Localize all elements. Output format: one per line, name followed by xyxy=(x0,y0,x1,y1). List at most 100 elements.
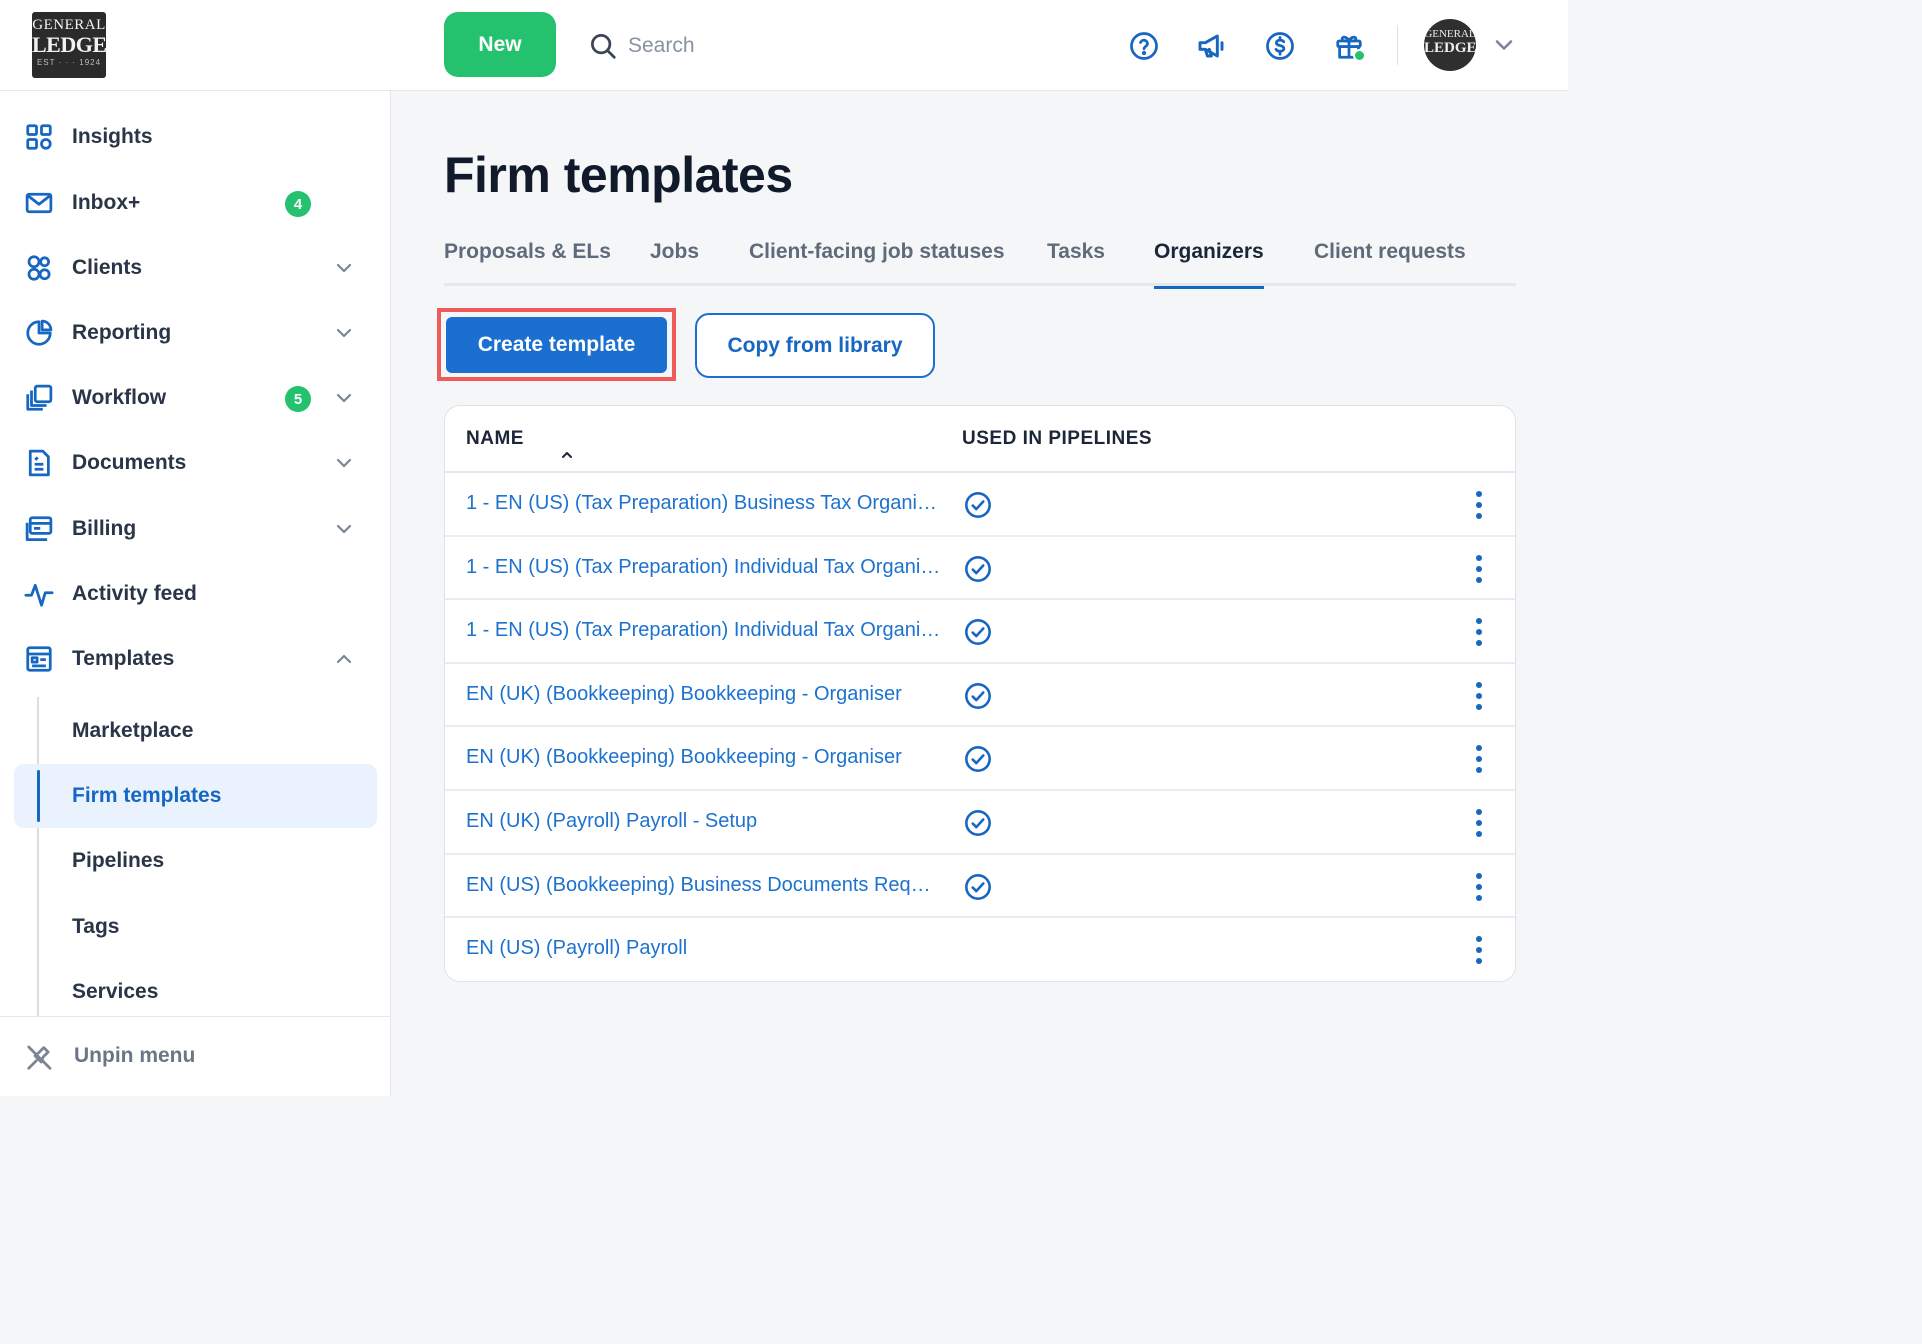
sidebar-item-templates[interactable]: Templates xyxy=(0,629,391,689)
more-vertical-icon xyxy=(1476,745,1482,774)
sidebar: Insights Inbox+ 4 Clients Reporting Work… xyxy=(0,91,391,1096)
chevron-down-icon[interactable] xyxy=(332,321,356,345)
sidebar-item-label: Inbox+ xyxy=(72,191,141,214)
sort-ascending-icon[interactable] xyxy=(560,448,574,462)
sidebar-subitem-firm-templates[interactable]: Firm templates xyxy=(14,764,377,828)
sidebar-subitem-tags[interactable]: Tags xyxy=(14,895,377,959)
general-ledger-logo[interactable]: GENERAL LEDGER EST · · · 1924 xyxy=(32,12,106,78)
avatar-line-2: LEDGER xyxy=(1424,40,1476,56)
sidebar-footer: Unpin menu xyxy=(0,1016,391,1096)
row-actions-menu[interactable] xyxy=(1465,551,1493,587)
template-tabs: Proposals & ELs Jobs Client-facing job s… xyxy=(444,230,1516,289)
check-circle-icon xyxy=(965,682,991,709)
sidebar-item-workflow[interactable]: Workflow 5 xyxy=(0,368,391,428)
template-name-link[interactable]: 1 - EN (US) (Tax Preparation) Business T… xyxy=(466,492,944,515)
table-row[interactable]: 1 - EN (US) (Tax Preparation) Business T… xyxy=(445,473,1515,537)
sidebar-item-billing[interactable]: Billing xyxy=(0,499,391,559)
sidebar-item-clients[interactable]: Clients xyxy=(0,238,391,298)
table-row[interactable]: 1 - EN (US) (Tax Preparation) Individual… xyxy=(445,537,1515,601)
tab-client-facing-job-statuses[interactable]: Client-facing job statuses xyxy=(749,240,1005,286)
unpin-menu-label: Unpin menu xyxy=(74,1044,196,1067)
row-actions-menu[interactable] xyxy=(1465,487,1493,523)
template-name-link[interactable]: EN (US) (Payroll) Payroll xyxy=(466,937,944,960)
copy-from-library-button[interactable]: Copy from library xyxy=(695,313,935,378)
logo-line-3: EST · · · 1924 xyxy=(36,58,102,67)
template-name-link[interactable]: EN (UK) (Bookkeeping) Bookkeeping - Orga… xyxy=(466,746,944,769)
sidebar-item-documents[interactable]: Documents xyxy=(0,433,391,493)
more-vertical-icon xyxy=(1476,491,1482,519)
table-row[interactable]: EN (UK) (Payroll) Payroll - Setup xyxy=(445,791,1515,855)
tab-organizers[interactable]: Organizers xyxy=(1154,240,1264,289)
count-badge: 5 xyxy=(285,386,311,412)
row-actions-menu[interactable] xyxy=(1465,741,1493,777)
sidebar-subitem-label: Services xyxy=(72,980,159,1003)
template-name-link[interactable]: 1 - EN (US) (Tax Preparation) Individual… xyxy=(466,556,944,579)
check-circle-icon xyxy=(965,619,991,646)
pin-icon xyxy=(27,1045,52,1070)
table-row[interactable]: EN (UK) (Bookkeeping) Bookkeeping - Orga… xyxy=(445,664,1515,728)
chevron-down-icon[interactable] xyxy=(1490,31,1518,59)
chevron-down-icon[interactable] xyxy=(332,451,356,475)
sidebar-item-label: Insights xyxy=(72,125,153,148)
unpin-menu-button[interactable]: Unpin menu xyxy=(0,1027,391,1087)
search-icon xyxy=(591,34,616,59)
row-actions-menu[interactable] xyxy=(1465,805,1493,841)
new-button[interactable]: New xyxy=(444,12,556,77)
pie-chart-icon xyxy=(26,319,53,346)
row-actions-menu[interactable] xyxy=(1465,869,1493,905)
chevron-up-icon[interactable] xyxy=(332,647,356,671)
page-title: Firm templates xyxy=(444,147,793,203)
template-name-link[interactable]: EN (UK) (Payroll) Payroll - Setup xyxy=(466,810,944,833)
more-vertical-icon xyxy=(1476,681,1482,710)
avatar-line-1: GENERAL xyxy=(1424,28,1476,40)
tab-jobs[interactable]: Jobs xyxy=(650,240,699,286)
megaphone-icon[interactable] xyxy=(1192,26,1232,66)
row-actions-menu[interactable] xyxy=(1465,678,1493,714)
chevron-down-icon[interactable] xyxy=(332,517,356,541)
tab-client-requests[interactable]: Client requests xyxy=(1314,240,1466,286)
template-name-link[interactable]: 1 - EN (US) (Tax Preparation) Individual… xyxy=(466,619,944,642)
table-row[interactable]: EN (UK) (Bookkeeping) Bookkeeping - Orga… xyxy=(445,727,1515,791)
sidebar-subitem-services[interactable]: Services xyxy=(14,960,377,1024)
active-indicator xyxy=(37,770,40,822)
table-header: NAME USED IN PIPELINES xyxy=(445,406,1515,473)
help-icon[interactable] xyxy=(1124,26,1164,66)
more-vertical-icon xyxy=(1476,936,1482,965)
sidebar-item-reporting[interactable]: Reporting xyxy=(0,303,391,363)
sidebar-item-activity-feed[interactable]: Activity feed xyxy=(0,564,391,624)
sidebar-item-insights[interactable]: Insights xyxy=(0,107,391,167)
column-header-name[interactable]: NAME xyxy=(466,428,572,458)
sidebar-item-inbox[interactable]: Inbox+ 4 xyxy=(0,173,391,233)
tab-proposals-els[interactable]: Proposals & ELs xyxy=(444,240,611,286)
sidebar-subitem-label: Tags xyxy=(72,915,120,938)
logo-line-1: GENERAL xyxy=(32,17,106,33)
avatar[interactable]: GENERAL LEDGER xyxy=(1424,19,1476,71)
dollar-icon[interactable] xyxy=(1260,26,1300,66)
template-name-link[interactable]: EN (UK) (Bookkeeping) Bookkeeping - Orga… xyxy=(466,683,944,706)
table-row[interactable]: EN (US) (Payroll) Payroll xyxy=(445,918,1515,981)
row-actions-menu[interactable] xyxy=(1465,614,1493,650)
table-row[interactable]: 1 - EN (US) (Tax Preparation) Individual… xyxy=(445,600,1515,664)
activity-icon xyxy=(24,583,54,607)
sidebar-subitem-pipelines[interactable]: Pipelines xyxy=(14,829,377,893)
template-name-link[interactable]: EN (US) (Bookkeeping) Business Documents… xyxy=(466,874,936,897)
search-box[interactable] xyxy=(588,26,1008,66)
search-input[interactable] xyxy=(628,34,988,58)
sidebar-subitem-label: Marketplace xyxy=(72,719,194,742)
sidebar-subitem-marketplace[interactable]: Marketplace xyxy=(14,699,377,763)
table-row[interactable]: EN (US) (Bookkeeping) Business Documents… xyxy=(445,855,1515,919)
users-icon xyxy=(27,255,51,281)
sidebar-item-label: Workflow xyxy=(72,386,167,409)
tab-tasks[interactable]: Tasks xyxy=(1047,240,1105,286)
sidebar-item-label: Billing xyxy=(72,517,137,540)
chevron-down-icon[interactable] xyxy=(332,386,356,410)
check-circle-icon xyxy=(965,555,991,582)
sidebar-item-label: Documents xyxy=(72,451,187,474)
create-template-button[interactable]: Create template xyxy=(446,317,667,373)
chevron-down-icon[interactable] xyxy=(332,256,356,280)
mail-icon xyxy=(25,192,53,214)
column-header-used-in-pipelines[interactable]: USED IN PIPELINES xyxy=(962,428,1152,450)
row-actions-menu[interactable] xyxy=(1465,932,1493,968)
gift-icon[interactable] xyxy=(1329,26,1369,66)
check-circle-icon xyxy=(965,810,991,836)
